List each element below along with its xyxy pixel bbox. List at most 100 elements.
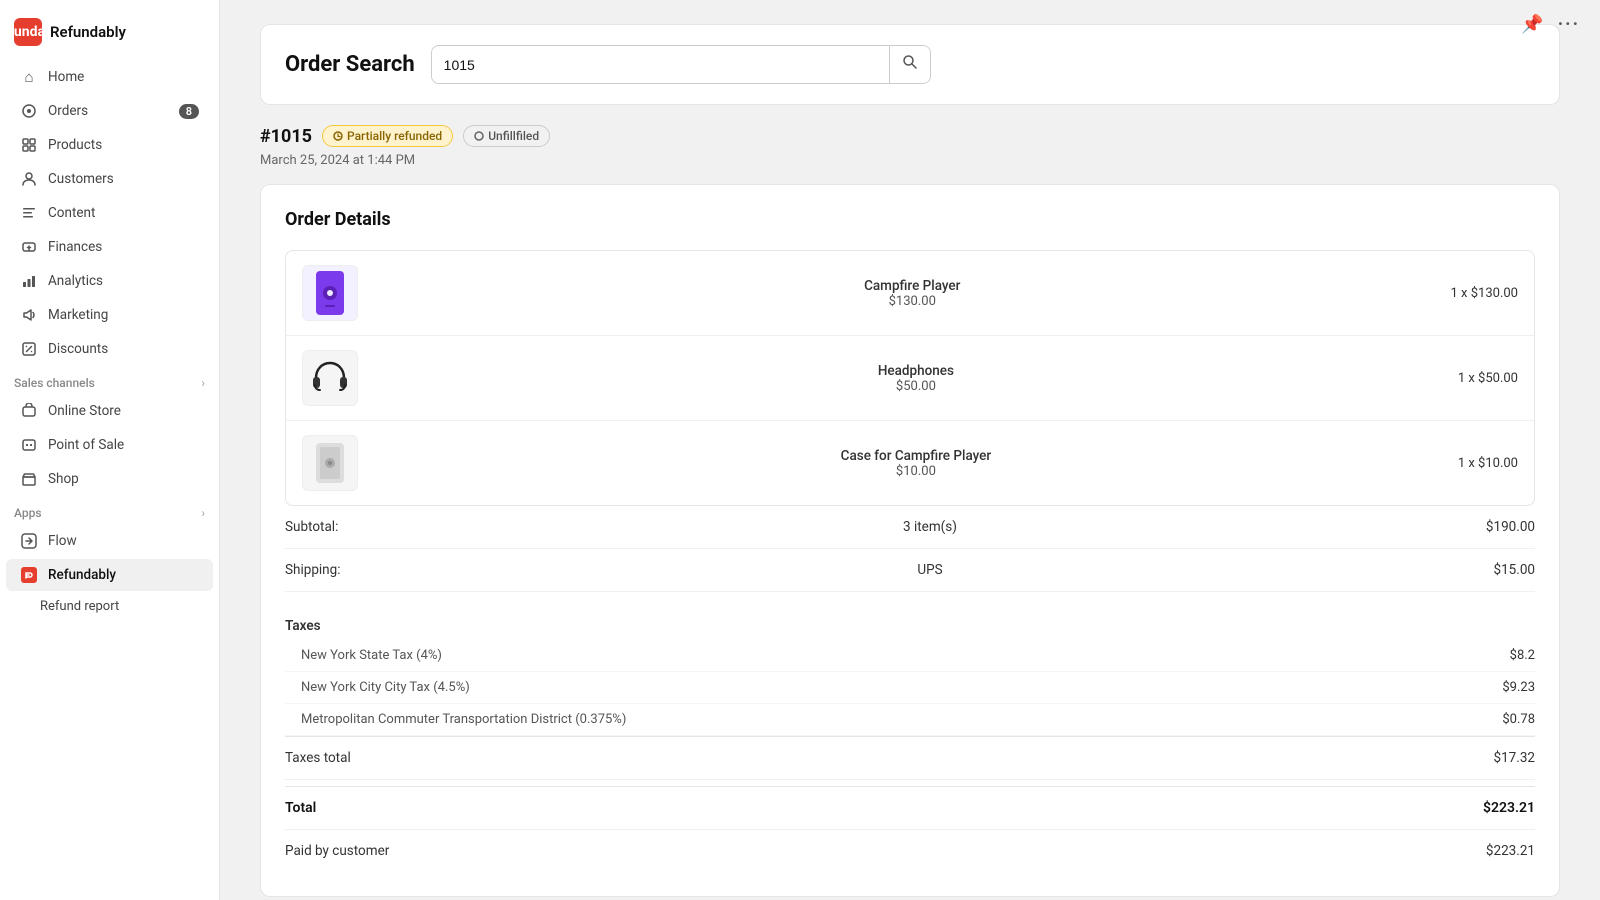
order-header: #1015 Partially refunded Unfillfiled <box>260 125 1560 147</box>
headphones-thumbnail <box>302 350 358 406</box>
sidebar-item-products[interactable]: Products <box>6 129 213 161</box>
sidebar-item-label: Refundably <box>48 567 116 583</box>
sidebar-item-label: Orders <box>48 103 88 119</box>
shipping-label: Shipping: <box>285 562 405 578</box>
chevron-right-icon: › <box>201 376 205 390</box>
sidebar-item-label: Home <box>48 69 84 85</box>
finances-icon <box>20 238 38 256</box>
sidebar-item-marketing[interactable]: Marketing <box>6 299 213 331</box>
badge-unfulfilled: Unfillfiled <box>463 125 550 147</box>
sidebar-item-analytics[interactable]: Analytics <box>6 265 213 297</box>
sidebar-item-content[interactable]: Content <box>6 197 213 229</box>
chevron-right-icon: › <box>201 506 205 520</box>
order-summary: Subtotal: 3 item(s) $190.00 Shipping: UP… <box>285 506 1535 872</box>
sidebar-item-label: Online Store <box>48 403 121 419</box>
subtotal-label: Subtotal: <box>285 519 405 535</box>
marketing-icon <box>20 306 38 324</box>
sidebar-item-discounts[interactable]: Discounts <box>6 333 213 365</box>
order-date: March 25, 2024 at 1:44 PM <box>260 153 1560 168</box>
sidebar-item-shop[interactable]: Shop <box>6 463 213 495</box>
sidebar-item-customers[interactable]: Customers <box>6 163 213 195</box>
tax-value: $8.2 <box>1510 648 1535 663</box>
product-item-campfire: Campfire Player $130.00 1 x $130.00 <box>286 251 1534 336</box>
apps-label: Apps <box>14 506 42 520</box>
topbar: 📌 ··· <box>1501 0 1600 49</box>
headphones-info: Headphones $50.00 <box>374 363 1458 394</box>
shipping-carrier: UPS <box>405 562 1455 578</box>
discounts-icon <box>20 340 38 358</box>
order-details-card: Order Details Campfire Player $130.00 <box>260 184 1560 897</box>
search-input-wrapper <box>431 45 931 84</box>
tax-label: Metropolitan Commuter Transportation Dis… <box>301 712 1502 727</box>
sidebar-item-finances[interactable]: Finances <box>6 231 213 263</box>
paid-row: Paid by customer $223.21 <box>285 829 1535 872</box>
product-item-case: Case for Campfire Player $10.00 1 x $10.… <box>286 421 1534 505</box>
tax-value: $9.23 <box>1502 680 1535 695</box>
app-name: Refundably <box>50 23 126 41</box>
taxes-total-value: $17.32 <box>1455 750 1535 766</box>
flow-icon <box>20 532 38 550</box>
product-qty: 1 x $50.00 <box>1458 371 1518 386</box>
taxes-total-label: Taxes total <box>285 750 405 766</box>
sidebar-item-label: Products <box>48 137 102 153</box>
product-name: Campfire Player <box>374 278 1451 294</box>
sidebar-item-orders[interactable]: Orders 8 <box>6 95 213 127</box>
product-list: Campfire Player $130.00 1 x $130.00 <box>285 250 1535 506</box>
logo-icon: Refundably <box>14 18 42 46</box>
campfire-player-thumbnail <box>302 265 358 321</box>
products-icon <box>20 136 38 154</box>
shipping-value: $15.00 <box>1455 562 1535 578</box>
pos-icon <box>20 436 38 454</box>
subtotal-value: $190.00 <box>1455 519 1535 535</box>
case-thumbnail <box>302 435 358 491</box>
sidebar-item-label: Discounts <box>48 341 108 357</box>
sales-channels-header[interactable]: Sales channels › <box>0 366 219 394</box>
taxes-total-row: Taxes total $17.32 <box>285 736 1535 780</box>
pin-icon[interactable]: 📌 <box>1521 14 1543 35</box>
case-info: Case for Campfire Player $10.00 <box>374 448 1458 479</box>
tax-value: $0.78 <box>1502 712 1535 727</box>
search-input[interactable] <box>432 49 889 81</box>
order-search-card: Order Search <box>260 24 1560 105</box>
app-logo[interactable]: Refundably Refundably <box>0 8 219 60</box>
sales-channels-label: Sales channels <box>14 376 95 390</box>
product-price: $50.00 <box>374 379 1458 394</box>
total-label: Total <box>285 800 1483 816</box>
sidebar: Refundably Refundably ⌂ Home Orders 8 Pr… <box>0 0 220 900</box>
tax-label: New York State Tax (4%) <box>301 648 1510 663</box>
main-content: 📌 ··· Order Search #1015 Partially refun… <box>220 0 1600 900</box>
sidebar-item-online-store[interactable]: Online Store <box>6 395 213 427</box>
sidebar-item-label: Finances <box>48 239 102 255</box>
sidebar-item-label: Analytics <box>48 273 103 289</box>
sidebar-item-label: Point of Sale <box>48 437 124 453</box>
orders-icon <box>20 102 38 120</box>
paid-value: $223.21 <box>1486 843 1535 859</box>
analytics-icon <box>20 272 38 290</box>
search-button[interactable] <box>889 46 930 83</box>
sidebar-item-label: Customers <box>48 171 114 187</box>
badge-partially-refunded: Partially refunded <box>322 125 453 147</box>
product-qty: 1 x $130.00 <box>1451 286 1518 301</box>
sidebar-item-home[interactable]: ⌂ Home <box>6 61 213 93</box>
sidebar-sub-item-refund-report[interactable]: Refund report <box>6 593 213 620</box>
product-name: Case for Campfire Player <box>374 448 1458 464</box>
shipping-row: Shipping: UPS $15.00 <box>285 549 1535 592</box>
product-qty: 1 x $10.00 <box>1458 456 1518 471</box>
sidebar-item-label: Marketing <box>48 307 108 323</box>
sidebar-item-point-of-sale[interactable]: Point of Sale <box>6 429 213 461</box>
subtotal-row: Subtotal: 3 item(s) $190.00 <box>285 506 1535 549</box>
apps-header[interactable]: Apps › <box>0 496 219 524</box>
campfire-player-info: Campfire Player $130.00 <box>374 278 1451 309</box>
shop-icon <box>20 470 38 488</box>
sidebar-item-refundably[interactable]: Refundably <box>6 559 213 591</box>
sidebar-item-label: Content <box>48 205 95 221</box>
more-icon[interactable]: ··· <box>1558 14 1580 35</box>
order-details-title: Order Details <box>285 209 1535 230</box>
total-value: $223.21 <box>1483 800 1535 816</box>
paid-label: Paid by customer <box>285 843 1486 859</box>
tax-row-nyc: New York City City Tax (4.5%) $9.23 <box>285 672 1535 704</box>
refundably-icon <box>20 566 38 584</box>
taxes-header: Taxes <box>285 604 1535 640</box>
content-icon <box>20 204 38 222</box>
sidebar-item-flow[interactable]: Flow <box>6 525 213 557</box>
